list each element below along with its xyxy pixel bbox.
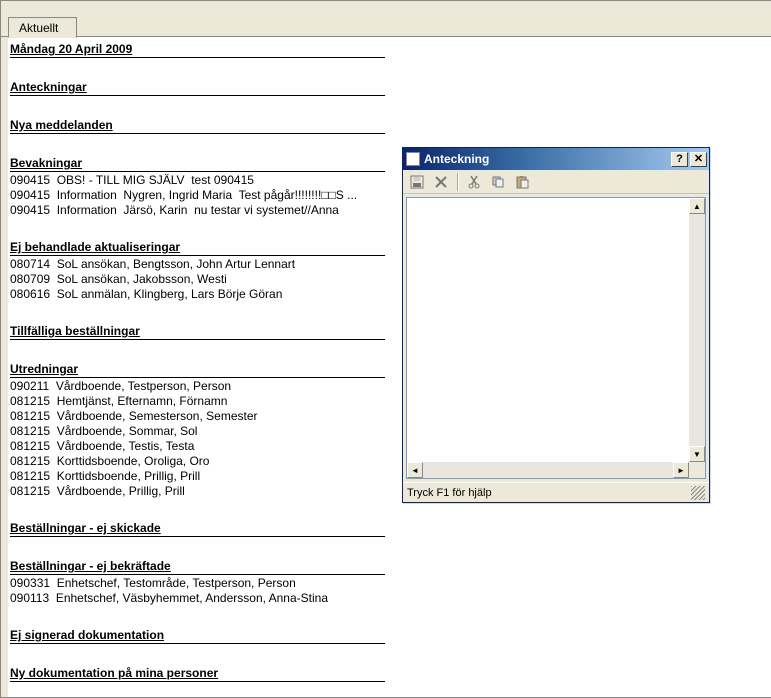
list-item[interactable]: 080709 SoL ansökan, Jakobsson, Westi [10,272,385,286]
status-text: Tryck F1 för hjälp [407,487,492,499]
status-bar: Tryck F1 för hjälp [403,482,709,502]
list-item[interactable]: 090331 Enhetschef, Testområde, Testperso… [10,576,385,590]
section-ej-behandlade: Ej behandlade aktualiseringar [10,240,180,255]
horizontal-scrollbar[interactable]: ◄ ► [407,462,689,478]
title-bar[interactable]: Anteckning ? ✕ [403,148,709,170]
list-item[interactable]: 081215 Vårdboende, Semesterson, Semester [10,409,385,423]
close-button[interactable]: ✕ [690,152,707,167]
vertical-scrollbar[interactable]: ▲ ▼ [689,198,705,462]
toolbar-separator [457,173,458,191]
section-nya-meddelanden: Nya meddelanden [10,118,385,134]
list-item[interactable]: 081215 Vårdboende, Prillig, Prill [10,484,385,498]
date-heading: Måndag 20 April 2009 [10,42,385,58]
list-item[interactable]: 081215 Vårdboende, Testis, Testa [10,439,385,453]
toolbar [403,170,709,194]
scroll-right-icon[interactable]: ► [673,462,689,478]
scroll-corner [689,462,705,478]
list-item[interactable]: 090113 Enhetschef, Väsbyhemmet, Andersso… [10,591,385,605]
section-tillfalliga: Tillfälliga beställningar [10,324,385,340]
resize-grip-icon[interactable] [691,486,705,500]
save-icon[interactable] [407,172,427,192]
delete-icon[interactable] [431,172,451,192]
copy-icon[interactable] [488,172,508,192]
title-text: Anteckning [424,152,669,166]
editor-wrap: ▲ ▼ ◄ ► [403,194,709,482]
help-button[interactable]: ? [671,152,688,167]
tab-bar: Aktuellt [1,1,771,37]
section-ej-signerad: Ej signerad dokumentation [10,628,385,644]
list-item[interactable]: 080714 SoL ansökan, Bengtsson, John Artu… [10,257,385,271]
section-ej-skickade: Beställningar - ej skickade [10,521,385,537]
list-item[interactable]: 081215 Hemtjänst, Efternamn, Förnamn [10,394,385,408]
section-anteckningar: Anteckningar [10,80,385,96]
list-item[interactable]: 090415 OBS! - TILL MIG SJÄLV test 090415 [10,173,385,187]
text-editor[interactable]: ▲ ▼ ◄ ► [406,197,706,479]
section-bevakningar: Bevakningar [10,156,82,171]
section-ej-bekraftade: Beställningar - ej bekräftade [10,559,171,574]
scroll-up-icon[interactable]: ▲ [689,198,705,214]
section-utredningar: Utredningar [10,362,78,377]
section-ny-dok: Ny dokumentation på mina personer [10,666,385,682]
app-icon [406,152,420,166]
anteckning-dialog: Anteckning ? ✕ ▲ ▼ ◄ [402,147,710,503]
scroll-left-icon[interactable]: ◄ [407,462,423,478]
cut-icon[interactable] [464,172,484,192]
scroll-track[interactable] [423,462,673,478]
list-item[interactable]: 080616 SoL anmälan, Klingberg, Lars Börj… [10,287,385,301]
text-area[interactable] [407,198,689,462]
list-item[interactable]: 090415 Information Järsö, Karin nu testa… [10,203,385,217]
list-item[interactable]: 081215 Korttidsboende, Oroliga, Oro [10,454,385,468]
scroll-track[interactable] [689,214,705,446]
tab-aktuellt[interactable]: Aktuellt [8,17,77,38]
list-item[interactable]: 081215 Vårdboende, Sommar, Sol [10,424,385,438]
list-item[interactable]: 081215 Korttidsboende, Prillig, Prill [10,469,385,483]
list-item[interactable]: 090415 Information Nygren, Ingrid Maria … [10,188,385,202]
scroll-down-icon[interactable]: ▼ [689,446,705,462]
list-item[interactable]: 090211 Vårdboende, Testperson, Person [10,379,385,393]
paste-icon[interactable] [512,172,532,192]
